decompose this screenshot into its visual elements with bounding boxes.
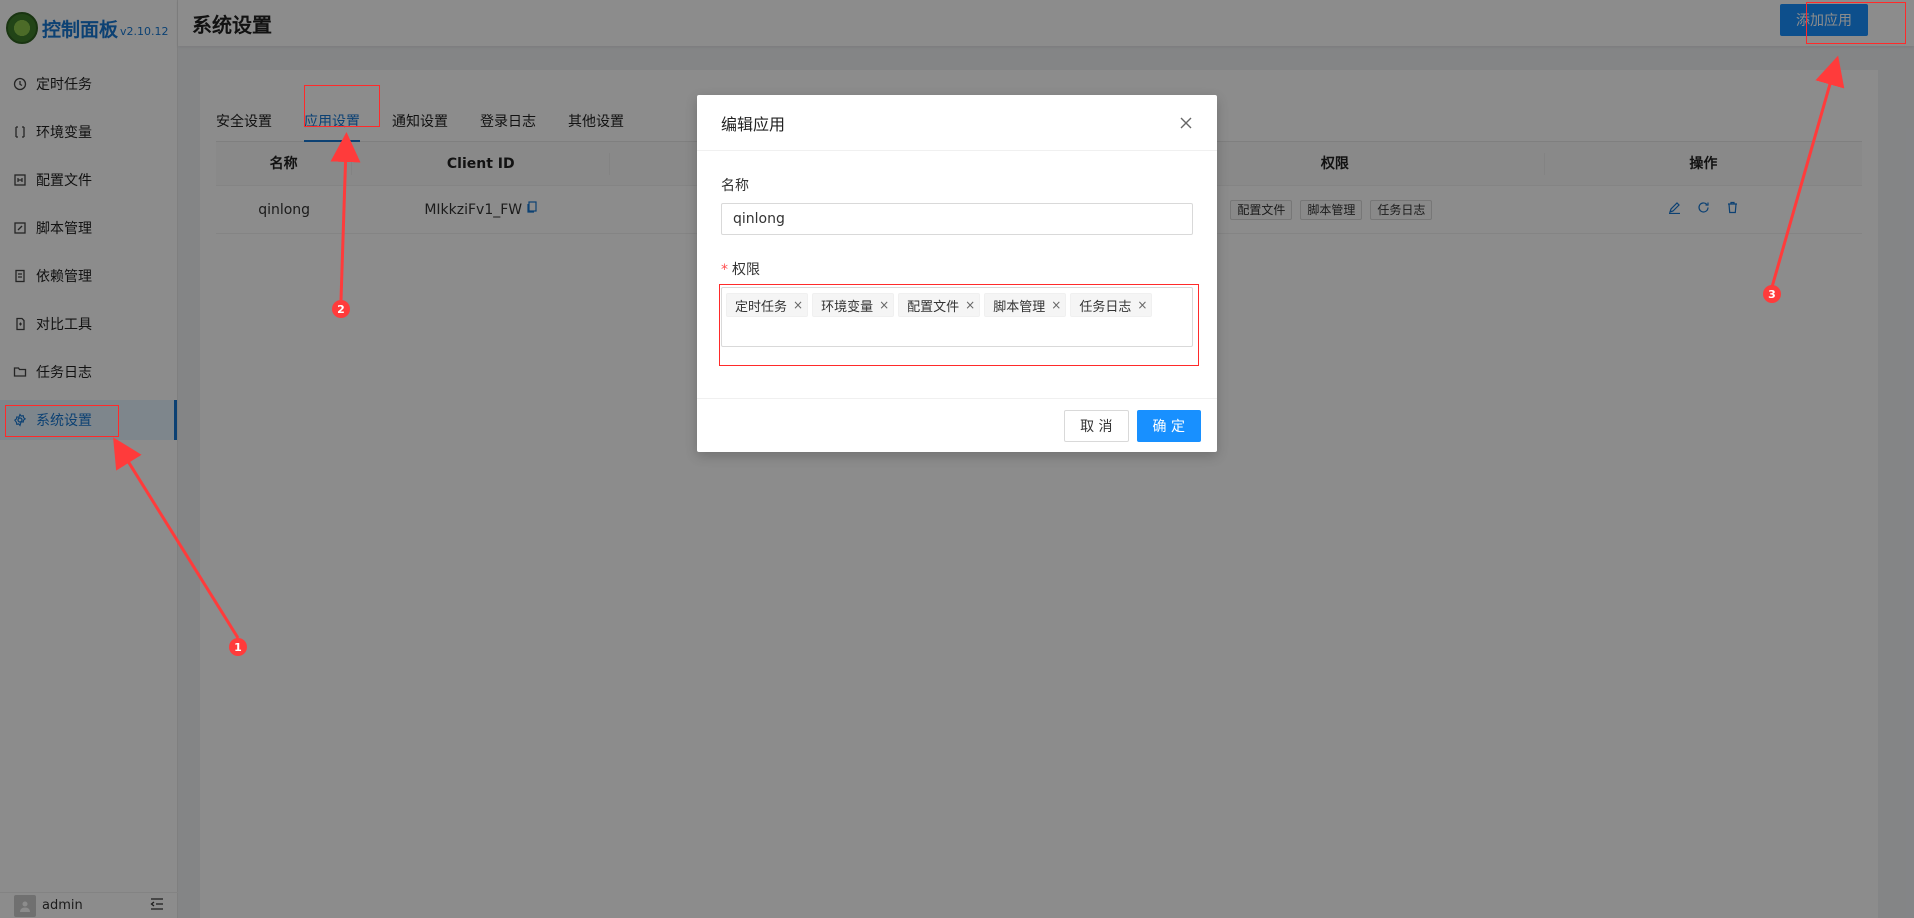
confirm-button[interactable]: 确 定 <box>1136 409 1201 442</box>
required-mark: * <box>721 262 728 278</box>
annotation-box-permissions <box>719 284 1199 366</box>
annotation-marker-1: 1 <box>229 638 247 656</box>
annotation-box-settings <box>5 405 119 437</box>
modal-title: 编辑应用 <box>721 114 786 134</box>
permission-label-text: 权限 <box>732 262 760 278</box>
name-label: 名称 <box>721 178 749 194</box>
annotation-marker-3: 3 <box>1763 285 1781 303</box>
edit-app-modal: 编辑应用 名称 *权限 定时任务× 环境变量× 配置文件× 脚本管理× 任务日志… <box>697 95 1217 452</box>
modal-header: 编辑应用 <box>697 95 1217 151</box>
annotation-marker-2: 2 <box>332 300 350 318</box>
name-form-group: 名称 <box>721 175 1193 235</box>
annotation-box-app-tab <box>304 85 380 127</box>
close-icon[interactable] <box>1179 113 1193 133</box>
app-root: 控制面板 v2.10.12 定时任务 环境变量 配置文件 脚本管理 依赖管理 对… <box>0 0 1914 918</box>
annotation-box-add-app <box>1806 2 1906 44</box>
permission-label: * 权限 <box>721 259 1193 279</box>
name-input[interactable] <box>721 203 1193 235</box>
modal-footer: 取 消 确 定 <box>697 398 1217 452</box>
cancel-button[interactable]: 取 消 <box>1064 409 1129 442</box>
